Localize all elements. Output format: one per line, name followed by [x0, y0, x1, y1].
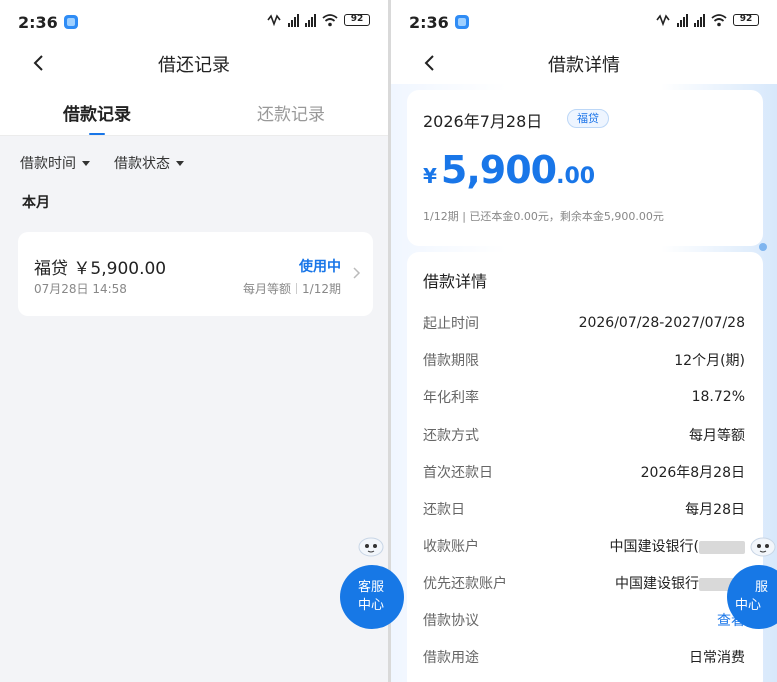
detail-value-container: 中国建设银行(	[610, 536, 745, 556]
detail-label: 收款账户	[423, 539, 479, 555]
detail-value: 18.72%	[691, 389, 745, 405]
loan-meta: 每月等额 1/12期	[243, 280, 341, 297]
status-time: 2:36	[18, 12, 58, 32]
detail-row-loan-agreement: 借款协议 查看	[423, 609, 745, 631]
scroll-indicator-dot	[759, 243, 767, 251]
status-bar: 2:36 92	[391, 0, 777, 44]
battery-icon: 92	[344, 14, 370, 26]
loan-amount: ¥ 5,900 .00	[423, 148, 595, 192]
detail-value: 中国建设银行(	[609, 539, 699, 555]
status-icons: 92	[655, 13, 759, 27]
status-time: 2:36	[409, 12, 449, 32]
mascot-icon	[750, 537, 776, 557]
loan-period: 1/12期	[302, 282, 341, 296]
detail-value: 中国建设银行	[615, 576, 699, 592]
signal-icon-2	[305, 13, 316, 27]
tab-repayment-records[interactable]: 还款记录	[194, 84, 388, 135]
product-badge: 福贷	[567, 109, 609, 128]
filter-loan-time[interactable]: 借款时间	[20, 153, 90, 173]
back-arrow-icon[interactable]	[30, 54, 48, 72]
signal-icon	[288, 13, 299, 27]
detail-row-priority-account: 优先还款账户 中国建设银行	[423, 572, 745, 594]
service-label-line1: 客服	[358, 580, 385, 595]
loan-date: 07月28日 14:58	[34, 282, 127, 296]
amount-decimal: .00	[556, 164, 596, 189]
filter-label: 借款状态	[114, 156, 170, 172]
detail-label: 借款协议	[423, 613, 479, 629]
nav-bar: 借还记录	[0, 44, 388, 84]
repayment-progress-note: 1/12期 | 已还本金0.00元，剩余本金5,900.00元	[423, 210, 664, 223]
detail-row-repayment-day: 还款日 每月28日	[423, 498, 745, 520]
signal-icon-2	[694, 13, 705, 27]
loan-detail-screen: 2:36 92 借款详情 2026年7月28日 福贷 ¥ 5,900 .00 1…	[391, 0, 777, 682]
detail-row-repayment-method: 还款方式 每月等额	[423, 424, 745, 446]
signal-icon	[677, 13, 688, 27]
detail-value: 每月等额	[689, 428, 745, 444]
loan-records-screen: 2:36 92 借还记录 借款记录 还款记录 借款时间 借款状态 本月 福贷 ￥…	[0, 0, 388, 682]
battery-icon: 92	[733, 14, 759, 26]
tab-label: 还款记录	[257, 105, 325, 125]
chevron-right-icon	[353, 267, 361, 279]
detail-row-first-repayment: 首次还款日 2026年8月28日	[423, 461, 745, 483]
detail-row-term-dates: 起止时间 2026/07/28-2027/07/28	[423, 312, 745, 334]
detail-label: 还款方式	[423, 428, 479, 444]
detail-label: 优先还款账户	[423, 576, 507, 592]
detail-label: 年化利率	[423, 390, 479, 406]
wifi-icon	[711, 13, 727, 26]
section-label: 本月	[22, 195, 50, 211]
detail-label: 借款用途	[423, 650, 479, 666]
loan-details-card: 借款详情 起止时间 2026/07/28-2027/07/28 借款期限 12个…	[407, 252, 763, 682]
detail-row-loan-term: 借款期限 12个月(期)	[423, 349, 745, 371]
tab-label: 借款记录	[63, 105, 131, 125]
loan-date: 2026年7月28日	[423, 112, 543, 131]
filter-loan-status[interactable]: 借款状态	[114, 153, 184, 173]
loan-record-card[interactable]: 福贷 ￥5,900.00 使用中 07月28日 14:58 每月等额 1/12期	[18, 232, 373, 316]
page-title: 借款详情	[548, 55, 620, 76]
app-notification-icon	[454, 15, 469, 29]
vibrate-icon	[656, 14, 670, 27]
back-arrow-icon[interactable]	[421, 54, 439, 72]
loan-title: 福贷 ￥5,900.00	[34, 259, 167, 279]
detail-value-container: 中国建设银行	[615, 573, 745, 593]
detail-label: 起止时间	[423, 316, 479, 332]
meta-divider	[296, 283, 298, 294]
vibrate-icon	[267, 14, 281, 27]
active-tab-indicator	[89, 133, 105, 135]
nav-bar: 借款详情	[391, 44, 777, 84]
detail-label: 还款日	[423, 502, 465, 518]
status-icons: 92	[266, 13, 370, 27]
detail-row-annual-rate: 年化利率 18.72%	[423, 386, 745, 408]
caret-down-icon	[176, 160, 184, 166]
loan-summary-card: 2026年7月28日 福贷 ¥ 5,900 .00 1/12期 | 已还本金0.…	[407, 90, 763, 246]
filter-bar: 借款时间 借款状态	[0, 136, 388, 190]
detail-label: 首次还款日	[423, 465, 493, 481]
masked-account-number	[699, 540, 745, 554]
service-label-line2: 中心	[358, 598, 385, 613]
detail-label: 借款期限	[423, 353, 479, 369]
app-notification-icon	[63, 15, 78, 29]
status-bar: 2:36 92	[0, 0, 388, 44]
details-heading: 借款详情	[423, 272, 488, 291]
wifi-icon	[322, 13, 338, 26]
record-tabs: 借款记录 还款记录	[0, 84, 388, 136]
caret-down-icon	[82, 160, 90, 166]
service-label-line1: 服	[755, 580, 769, 595]
tab-loan-records[interactable]: 借款记录	[0, 84, 194, 135]
detail-value: 2026年8月28日	[640, 465, 745, 481]
repayment-type: 每月等额	[243, 282, 292, 296]
mascot-icon	[358, 537, 384, 557]
detail-value: 日常消费	[689, 650, 745, 666]
detail-row-receiving-account: 收款账户 中国建设银行(	[423, 535, 745, 557]
currency-symbol: ¥	[423, 164, 437, 188]
page-title: 借还记录	[158, 55, 230, 76]
detail-row-loan-purpose: 借款用途 日常消费	[423, 646, 745, 668]
detail-value: 每月28日	[685, 502, 745, 518]
detail-value: 2026/07/28-2027/07/28	[578, 315, 745, 331]
service-label-line2: 中心	[735, 598, 762, 613]
customer-service-button[interactable]: 客服 中心	[340, 565, 404, 629]
amount-integer: 5,900	[440, 148, 557, 192]
filter-label: 借款时间	[20, 156, 76, 172]
loan-status: 使用中	[299, 259, 341, 275]
detail-value: 12个月(期)	[674, 353, 745, 369]
